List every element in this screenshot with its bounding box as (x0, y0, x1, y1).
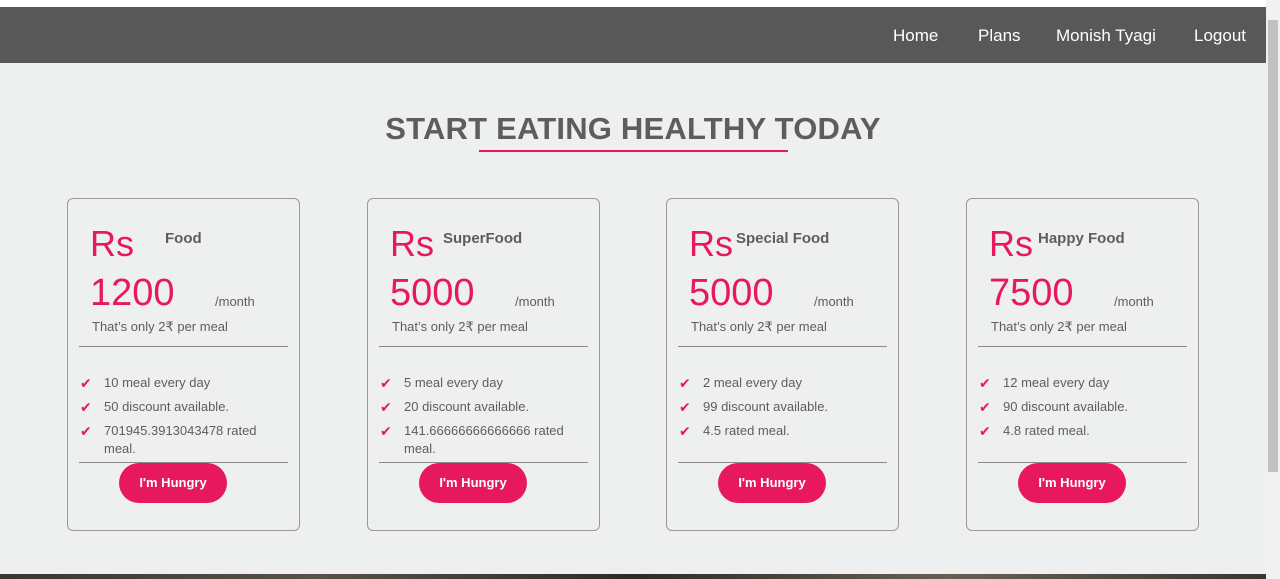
plan-per-meal: That’s only 2₹ per meal (392, 319, 528, 334)
card-divider-top (79, 346, 288, 347)
hungry-button[interactable]: I'm Hungry (718, 463, 826, 503)
checkmark-icon: ✔ (679, 376, 691, 392)
feature-item: ✔ 4.8 rated meal. (979, 423, 1090, 440)
hungry-button[interactable]: I'm Hungry (119, 463, 227, 503)
plan-per-meal: That’s only 2₹ per meal (92, 319, 228, 334)
feature-item: ✔ 10 meal every day (80, 375, 211, 392)
plan-period: /month (1114, 294, 1154, 309)
checkmark-icon: ✔ (80, 376, 92, 392)
card-divider-top (379, 346, 588, 347)
hungry-button[interactable]: I'm Hungry (1018, 463, 1126, 503)
feature-item: ✔ 12 meal every day (979, 375, 1110, 392)
feature-item: ✔ 50 discount available. (80, 399, 230, 416)
checkmark-icon: ✔ (380, 400, 392, 416)
nav-plans-link[interactable]: Plans (978, 26, 1021, 46)
scrollbar-thumb[interactable] (1268, 20, 1278, 472)
bottom-image-strip (0, 574, 1266, 579)
nav-logout-link[interactable]: Logout (1194, 26, 1246, 46)
plan-currency: Rs (689, 223, 733, 264)
plan-period: /month (515, 294, 555, 309)
nav-user-link[interactable]: Monish Tyagi (1056, 26, 1156, 46)
plan-name: SuperFood (443, 230, 523, 247)
feature-list: ✔ 12 meal every day ✔ 90 discount availabl… (979, 374, 1179, 446)
top-strip (0, 0, 1280, 7)
feature-item: ✔ 141.66666666666666 rated meal. (380, 423, 564, 456)
feature-item: ✔ 701945.3913043478 rated meal. (80, 423, 257, 456)
feature-list: ✔ 10 meal every day ✔ 50 discount availabl… (80, 374, 280, 464)
plan-currency: Rs (90, 223, 134, 264)
checkmark-icon: ✔ (679, 424, 691, 440)
feature-item: ✔ 90 discount available. (979, 399, 1129, 416)
checkmark-icon: ✔ (80, 400, 92, 416)
feature-item: ✔ 99 discount available. (679, 399, 829, 416)
plan-card-superfood: Rs SuperFood 5000 /month That’s only 2₹ … (367, 198, 600, 531)
hungry-button[interactable]: I'm Hungry (419, 463, 527, 503)
checkmark-icon: ✔ (380, 376, 392, 392)
plan-currency: Rs (390, 223, 434, 264)
plan-name: Food (165, 230, 202, 247)
plan-per-meal: That’s only 2₹ per meal (991, 319, 1127, 334)
page-heading: START EATING HEALTHY TODAY (385, 111, 881, 146)
plan-name: Special Food (736, 230, 830, 247)
checkmark-icon: ✔ (679, 400, 691, 416)
plan-name: Happy Food (1038, 230, 1125, 247)
plan-card-food: Rs Food 1200 /month That’s only 2₹ per m… (67, 198, 300, 531)
plan-per-meal: That’s only 2₹ per meal (691, 319, 827, 334)
heading-underline (479, 150, 788, 152)
plan-period: /month (814, 294, 854, 309)
checkmark-icon: ✔ (979, 424, 991, 440)
card-divider-top (978, 346, 1187, 347)
checkmark-icon: ✔ (380, 424, 392, 440)
feature-item: ✔ 4.5 rated meal. (679, 423, 790, 440)
plan-price: 1200 (90, 272, 175, 314)
checkmark-icon: ✔ (80, 424, 92, 440)
plan-price: 5000 (390, 272, 475, 314)
feature-list: ✔ 2 meal every day ✔ 99 discount available… (679, 374, 879, 446)
feature-item: ✔ 2 meal every day (679, 375, 802, 392)
checkmark-icon: ✔ (979, 400, 991, 416)
feature-item: ✔ 20 discount available. (380, 399, 530, 416)
plan-price: 7500 (989, 272, 1074, 314)
card-divider-top (678, 346, 887, 347)
checkmark-icon: ✔ (979, 376, 991, 392)
navbar: Home Plans Monish Tyagi Logout (0, 7, 1266, 63)
plan-price: 5000 (689, 272, 774, 314)
plan-card-happy-food: Rs Happy Food 7500 /month That’s only 2₹… (966, 198, 1199, 531)
feature-list: ✔ 5 meal every day ✔ 20 discount available… (380, 374, 580, 464)
feature-item: ✔ 5 meal every day (380, 375, 503, 392)
plan-currency: Rs (989, 223, 1033, 264)
plan-period: /month (215, 294, 255, 309)
nav-home-link[interactable]: Home (893, 26, 938, 46)
plan-card-special-food: Rs Special Food 5000 /month That’s only … (666, 198, 899, 531)
